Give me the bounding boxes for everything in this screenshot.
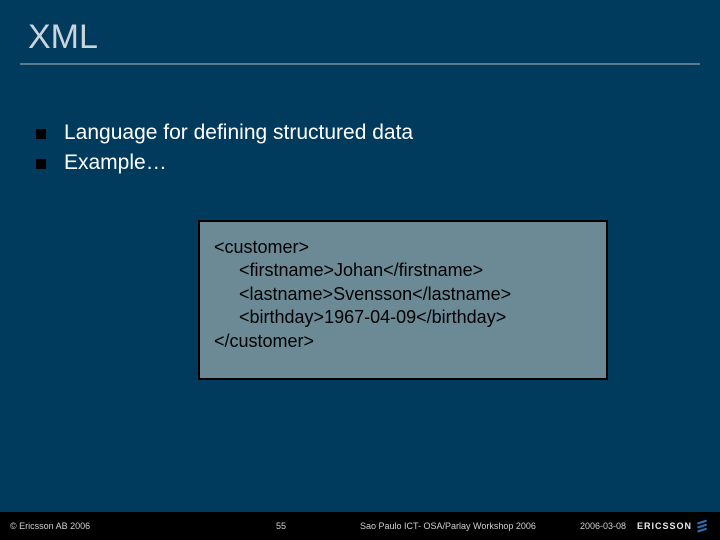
footer-page-number: 55 xyxy=(276,521,286,531)
bullet-item: Language for defining structured data xyxy=(36,121,720,145)
bullet-square-icon xyxy=(36,159,46,169)
slide-title: XML xyxy=(0,0,720,63)
footer-event: Sao Paulo ICT- OSA/Parlay Workshop 2006 xyxy=(360,521,536,531)
footer-copyright: © Ericsson AB 2006 xyxy=(10,521,90,531)
brand-text: ERICSSON xyxy=(637,521,692,531)
code-example-box: <customer> <firstname>Johan</firstname> … xyxy=(198,220,608,380)
bullet-text: Language for defining structured data xyxy=(64,121,413,145)
code-line: <customer> xyxy=(214,236,592,259)
title-underline xyxy=(20,63,700,65)
code-line: </customer> xyxy=(214,330,592,353)
bullet-list: Language for defining structured data Ex… xyxy=(36,121,720,175)
footer-logo: ERICSSON xyxy=(637,519,710,533)
code-line: <firstname>Johan</firstname> xyxy=(214,259,592,282)
footer-date: 2006-03-08 xyxy=(580,521,626,531)
bullet-text: Example… xyxy=(64,151,167,175)
bullet-square-icon xyxy=(36,129,46,139)
ericsson-icon xyxy=(696,519,710,533)
slide-footer: © Ericsson AB 2006 55 Sao Paulo ICT- OSA… xyxy=(0,512,720,540)
code-line: <birthday>1967-04-09</birthday> xyxy=(214,306,592,329)
code-line: <lastname>Svensson</lastname> xyxy=(214,283,592,306)
bullet-item: Example… xyxy=(36,151,720,175)
